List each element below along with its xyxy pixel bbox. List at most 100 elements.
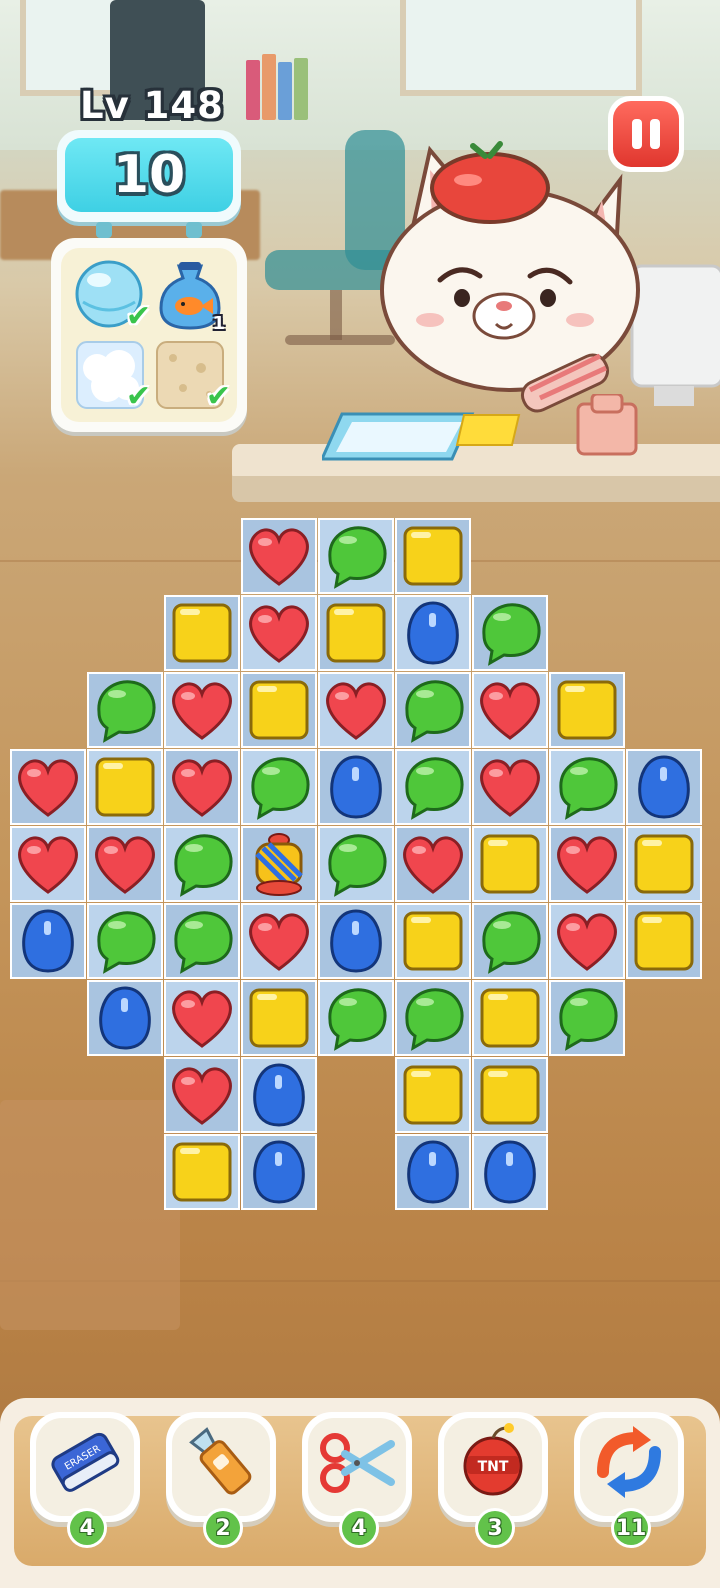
drop-icon — [407, 1140, 459, 1204]
heart-icon — [480, 759, 540, 817]
square-tile[interactable] — [395, 1057, 471, 1133]
blob-tile[interactable] — [472, 595, 548, 671]
drop-tile[interactable] — [318, 749, 394, 825]
box-cutter-booster-button[interactable]: 2 — [166, 1412, 276, 1548]
blob-tile[interactable] — [318, 826, 394, 902]
blob-tile[interactable] — [549, 980, 625, 1056]
blob-tile[interactable] — [395, 672, 471, 748]
heart-tile[interactable] — [164, 749, 240, 825]
drop-tile[interactable] — [87, 980, 163, 1056]
drop-tile[interactable] — [626, 749, 702, 825]
square-tile[interactable] — [241, 672, 317, 748]
booster-count: 4 — [70, 1511, 104, 1545]
cat-character — [380, 141, 640, 413]
square-tile[interactable] — [395, 518, 471, 594]
heart-tile[interactable] — [164, 980, 240, 1056]
heart-tile[interactable] — [10, 749, 86, 825]
square-tile[interactable] — [549, 672, 625, 748]
square-tile[interactable] — [241, 980, 317, 1056]
booster-count: 2 — [206, 1511, 240, 1545]
eraser-icon: ERASER — [51, 1432, 120, 1492]
tnt-booster-button[interactable]: TNT 3 — [438, 1412, 548, 1548]
heart-tile[interactable] — [472, 672, 548, 748]
square-tile[interactable] — [164, 1134, 240, 1210]
heart-tile[interactable] — [10, 826, 86, 902]
blob-icon — [405, 680, 464, 743]
blob-tile[interactable] — [87, 903, 163, 979]
square-icon — [249, 988, 309, 1048]
shuffle-booster-button[interactable]: 11 — [574, 1412, 684, 1548]
heart-tile[interactable] — [241, 518, 317, 594]
heart-tile[interactable] — [318, 672, 394, 748]
heart-tile[interactable] — [549, 903, 625, 979]
blob-tile[interactable] — [87, 672, 163, 748]
blob-tile[interactable] — [164, 903, 240, 979]
heart-tile[interactable] — [549, 826, 625, 902]
square-tile[interactable] — [472, 826, 548, 902]
heart-icon — [172, 682, 232, 740]
drop-icon — [407, 601, 459, 665]
drop-icon — [330, 909, 382, 973]
blob-icon — [405, 757, 464, 820]
square-tile[interactable] — [626, 826, 702, 902]
heart-tile[interactable] — [87, 826, 163, 902]
square-icon — [634, 834, 694, 894]
square-tile[interactable] — [87, 749, 163, 825]
square-icon — [172, 603, 232, 663]
heart-tile[interactable] — [395, 826, 471, 902]
blob-tile[interactable] — [395, 980, 471, 1056]
drop-tile[interactable] — [395, 595, 471, 671]
booster-count-badge: 4 — [339, 1508, 379, 1548]
scissors-booster-button[interactable]: 4 — [302, 1412, 412, 1548]
drop-tile[interactable] — [472, 1134, 548, 1210]
heart-icon — [403, 836, 463, 894]
heart-tile[interactable] — [164, 1057, 240, 1133]
lantern-tile[interactable] — [241, 826, 317, 902]
blob-tile[interactable] — [472, 903, 548, 979]
square-icon — [403, 526, 463, 586]
pause-icon[interactable] — [613, 101, 679, 167]
drop-tile[interactable] — [395, 1134, 471, 1210]
blob-tile[interactable] — [395, 749, 471, 825]
drop-tile[interactable] — [318, 903, 394, 979]
panel-hook — [186, 222, 202, 238]
heart-tile[interactable] — [164, 672, 240, 748]
goal-cloud: ✔ — [73, 338, 151, 414]
square-tile[interactable] — [395, 903, 471, 979]
booster-count-badge: 2 — [203, 1508, 243, 1548]
heart-icon — [249, 528, 309, 586]
svg-text:TNT: TNT — [478, 1459, 509, 1475]
square-icon — [557, 680, 617, 740]
booster-count-badge: 4 — [67, 1508, 107, 1548]
blob-icon — [174, 834, 233, 897]
blob-icon — [328, 988, 387, 1051]
square-tile[interactable] — [318, 595, 394, 671]
pause-button[interactable] — [608, 96, 684, 172]
blob-tile[interactable] — [241, 749, 317, 825]
blob-icon — [97, 680, 156, 743]
blob-tile[interactable] — [318, 980, 394, 1056]
heart-tile[interactable] — [241, 595, 317, 671]
square-tile[interactable] — [626, 903, 702, 979]
eraser-booster-button[interactable]: ERASER 4 — [30, 1412, 140, 1548]
square-tile[interactable] — [472, 1057, 548, 1133]
window-pane — [400, 0, 642, 96]
heart-tile[interactable] — [241, 903, 317, 979]
box-cutter-icon — [189, 1427, 252, 1495]
heart-icon — [249, 913, 309, 971]
blob-tile[interactable] — [549, 749, 625, 825]
square-tile[interactable] — [472, 980, 548, 1056]
drop-tile[interactable] — [241, 1134, 317, 1210]
heart-tile[interactable] — [472, 749, 548, 825]
heart-icon — [18, 759, 78, 817]
square-icon — [249, 680, 309, 740]
blob-tile[interactable] — [318, 518, 394, 594]
square-icon — [403, 1065, 463, 1125]
goal-complete-check-icon: ✔ — [125, 299, 151, 334]
drop-tile[interactable] — [241, 1057, 317, 1133]
blob-icon — [328, 834, 387, 897]
drop-tile[interactable] — [10, 903, 86, 979]
blob-tile[interactable] — [164, 826, 240, 902]
drop-icon — [484, 1140, 536, 1204]
square-tile[interactable] — [164, 595, 240, 671]
